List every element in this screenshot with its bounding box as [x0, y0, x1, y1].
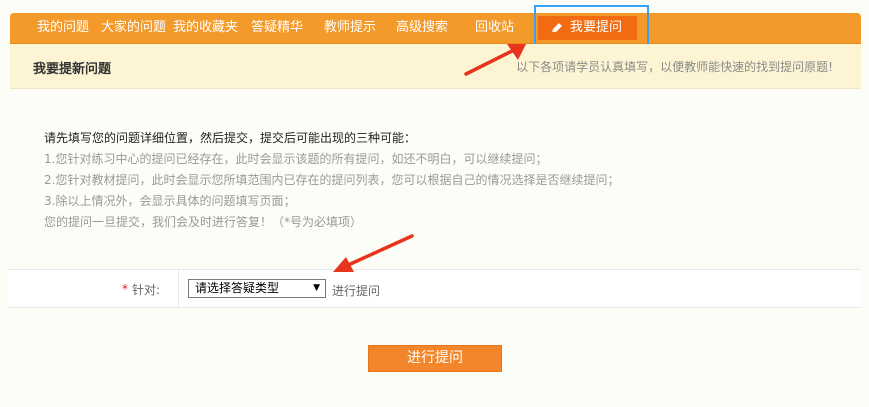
instruction-line: 2.您针对教材提问，此时会显示您所填范围内已存在的提问列表，您可以根据自己的情况… [44, 173, 620, 187]
question-type-select[interactable]: 请选择答疑类型 ▼ [188, 279, 326, 298]
target-label: 针对: [132, 283, 161, 297]
nav-advanced-search[interactable]: 高级搜索 [396, 13, 448, 43]
nav-everyone-questions[interactable]: 大家的问题 [101, 13, 166, 43]
nav-recycle-bin[interactable]: 回收站 [475, 13, 514, 43]
label-cell: * 针对: [8, 270, 179, 307]
instructions: 请先填写您的问题详细位置，然后提交，提交后可能出现的三种可能： 1.您针对练习中… [44, 128, 619, 233]
nav-ask-question-tab[interactable]: 我要提问 [538, 16, 637, 40]
instruction-note: 您的提问一旦提交，我们会及时进行答复！（*号为必填项） [44, 215, 363, 229]
nav-ask-question-label: 我要提问 [570, 20, 623, 35]
pencil-icon [552, 23, 562, 32]
select-value: 请选择答疑类型 [195, 281, 280, 295]
required-mark: * [122, 282, 128, 296]
top-nav: 我的问题 大家的问题 我的收藏夹 答疑精华 教师提示 高级搜索 回收站 我要提问 [10, 13, 861, 44]
instructions-lead: 请先填写您的问题详细位置，然后提交，提交后可能出现的三种可能： [44, 131, 417, 145]
dropdown-caret-icon: ▼ [313, 283, 320, 293]
page-frame: 我的问题 大家的问题 我的收藏夹 答疑精华 教师提示 高级搜索 回收站 我要提问… [0, 0, 869, 407]
nav-my-favorites[interactable]: 我的收藏夹 [173, 13, 238, 43]
instruction-line: 3.除以上情况外，会显示具体的问题填写页面； [44, 194, 296, 208]
subheader-hint: 以下各项请学员认真填写，以便教师能快速的找到提问原题! [516, 60, 833, 74]
question-type-row: * 针对: 请选择答疑类型 ▼ 进行提问 [8, 269, 861, 308]
nav-my-questions[interactable]: 我的问题 [37, 13, 89, 43]
submit-question-button[interactable]: 进行提问 [368, 345, 502, 372]
instruction-line: 1.您针对练习中心的提问已经存在，此时会显示该题的所有提问，如还不明白，可以继续… [44, 152, 548, 166]
subheader: 我要提新问题 以下各项请学员认真填写，以便教师能快速的找到提问原题! [10, 44, 861, 89]
nav-qa-highlights[interactable]: 答疑精华 [251, 13, 303, 43]
select-suffix-text: 进行提问 [332, 284, 381, 298]
page-title: 我要提新问题 [33, 62, 112, 77]
nav-teacher-tips[interactable]: 教师提示 [324, 13, 376, 43]
